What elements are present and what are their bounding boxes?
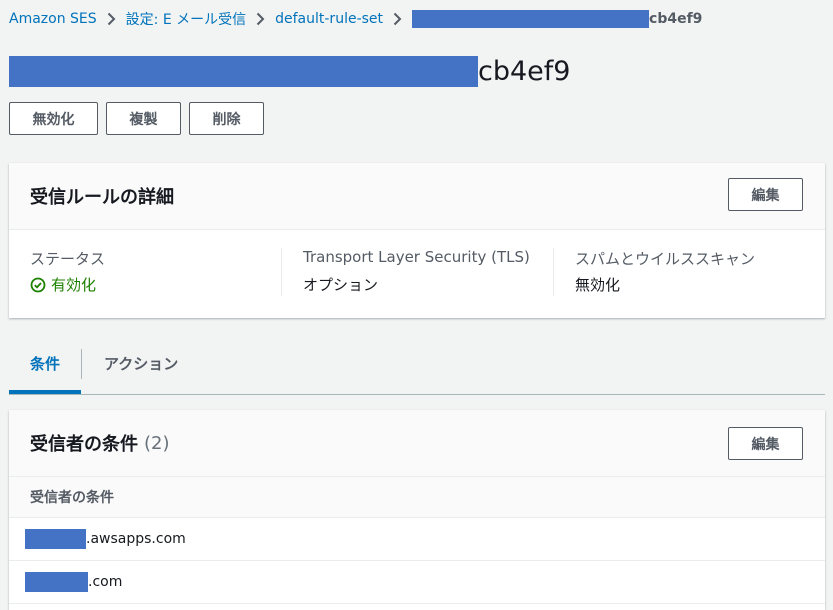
spam-scan-label: スパムとウイルススキャン (575, 250, 756, 268)
rule-details-title: 受信ルールの詳細 (30, 187, 174, 208)
recipient-conditions-count: (2) (144, 432, 170, 454)
table-row: .awsapps.com (9, 518, 825, 561)
tls-value: オプション (303, 276, 379, 294)
spam-scan-column: スパムとウイルススキャン 無効化 (553, 230, 825, 318)
tls-label: Transport Layer Security (TLS) (303, 248, 530, 266)
status-value-text: 有効化 (51, 276, 97, 294)
breadcrumb-current: cb4ef9 (412, 10, 702, 28)
recipient-conditions-panel: 受信者の条件 (2) 編集 受信者の条件 .awsapps.com .com (9, 410, 825, 610)
edit-details-button[interactable]: 編集 (728, 178, 803, 211)
status-value: 有効化 (30, 274, 281, 295)
delete-button[interactable]: 削除 (189, 102, 264, 135)
disable-button[interactable]: 無効化 (9, 102, 98, 135)
recipient-conditions-header: 受信者の条件 (2) 編集 (9, 410, 825, 477)
redacted-block (412, 10, 650, 28)
breadcrumb-link-ses[interactable]: Amazon SES (9, 11, 97, 27)
column-header-recipient-condition: 受信者の条件 (9, 477, 825, 518)
recipient-conditions-title-text: 受信者の条件 (30, 434, 138, 455)
breadcrumb-link-rule-set[interactable]: default-rule-set (275, 11, 383, 27)
status-label: ステータス (30, 250, 106, 268)
recipient-conditions-title: 受信者の条件 (2) (30, 410, 170, 476)
rule-details-header: 受信ルールの詳細 編集 (9, 163, 825, 230)
rule-actions: 無効化 複製 削除 (9, 102, 264, 135)
rule-details-panel: 受信ルールの詳細 編集 ステータス 有効化 Transport Layer Se… (9, 163, 825, 318)
tls-column: Transport Layer Security (TLS) オプション (281, 230, 553, 318)
status-column: ステータス 有効化 (9, 230, 281, 318)
chevron-right-icon (107, 12, 116, 26)
edit-conditions-button[interactable]: 編集 (728, 427, 803, 460)
chevron-right-icon (256, 12, 265, 26)
tab-separator (81, 349, 82, 379)
check-circle-icon (30, 277, 46, 292)
breadcrumb: Amazon SES 設定: E メール受信 default-rule-set … (9, 9, 702, 29)
tab-conditions[interactable]: 条件 (9, 340, 81, 386)
recipient-condition-value: .awsapps.com (86, 531, 186, 547)
breadcrumb-current-suffix: cb4ef9 (649, 11, 703, 27)
column-divider (553, 248, 554, 296)
column-divider (281, 248, 282, 296)
spam-scan-value: 無効化 (575, 276, 621, 294)
rule-details-body: ステータス 有効化 Transport Layer Security (TLS)… (9, 230, 825, 318)
redacted-block (25, 572, 88, 592)
tab-actions[interactable]: アクション (104, 340, 178, 386)
table-row: .com (9, 561, 825, 604)
breadcrumb-link-email-receiving[interactable]: 設定: E メール受信 (126, 9, 246, 29)
page-title-suffix: cb4ef9 (478, 55, 571, 87)
redacted-block (25, 529, 86, 549)
chevron-right-icon (393, 12, 402, 26)
active-tab-indicator (9, 390, 81, 394)
copy-button[interactable]: 複製 (106, 102, 181, 135)
page-title: cb4ef9 (9, 55, 570, 87)
recipient-condition-value: .com (88, 574, 123, 590)
tab-bar: 条件 アクション (9, 340, 825, 395)
redacted-block (9, 55, 478, 87)
